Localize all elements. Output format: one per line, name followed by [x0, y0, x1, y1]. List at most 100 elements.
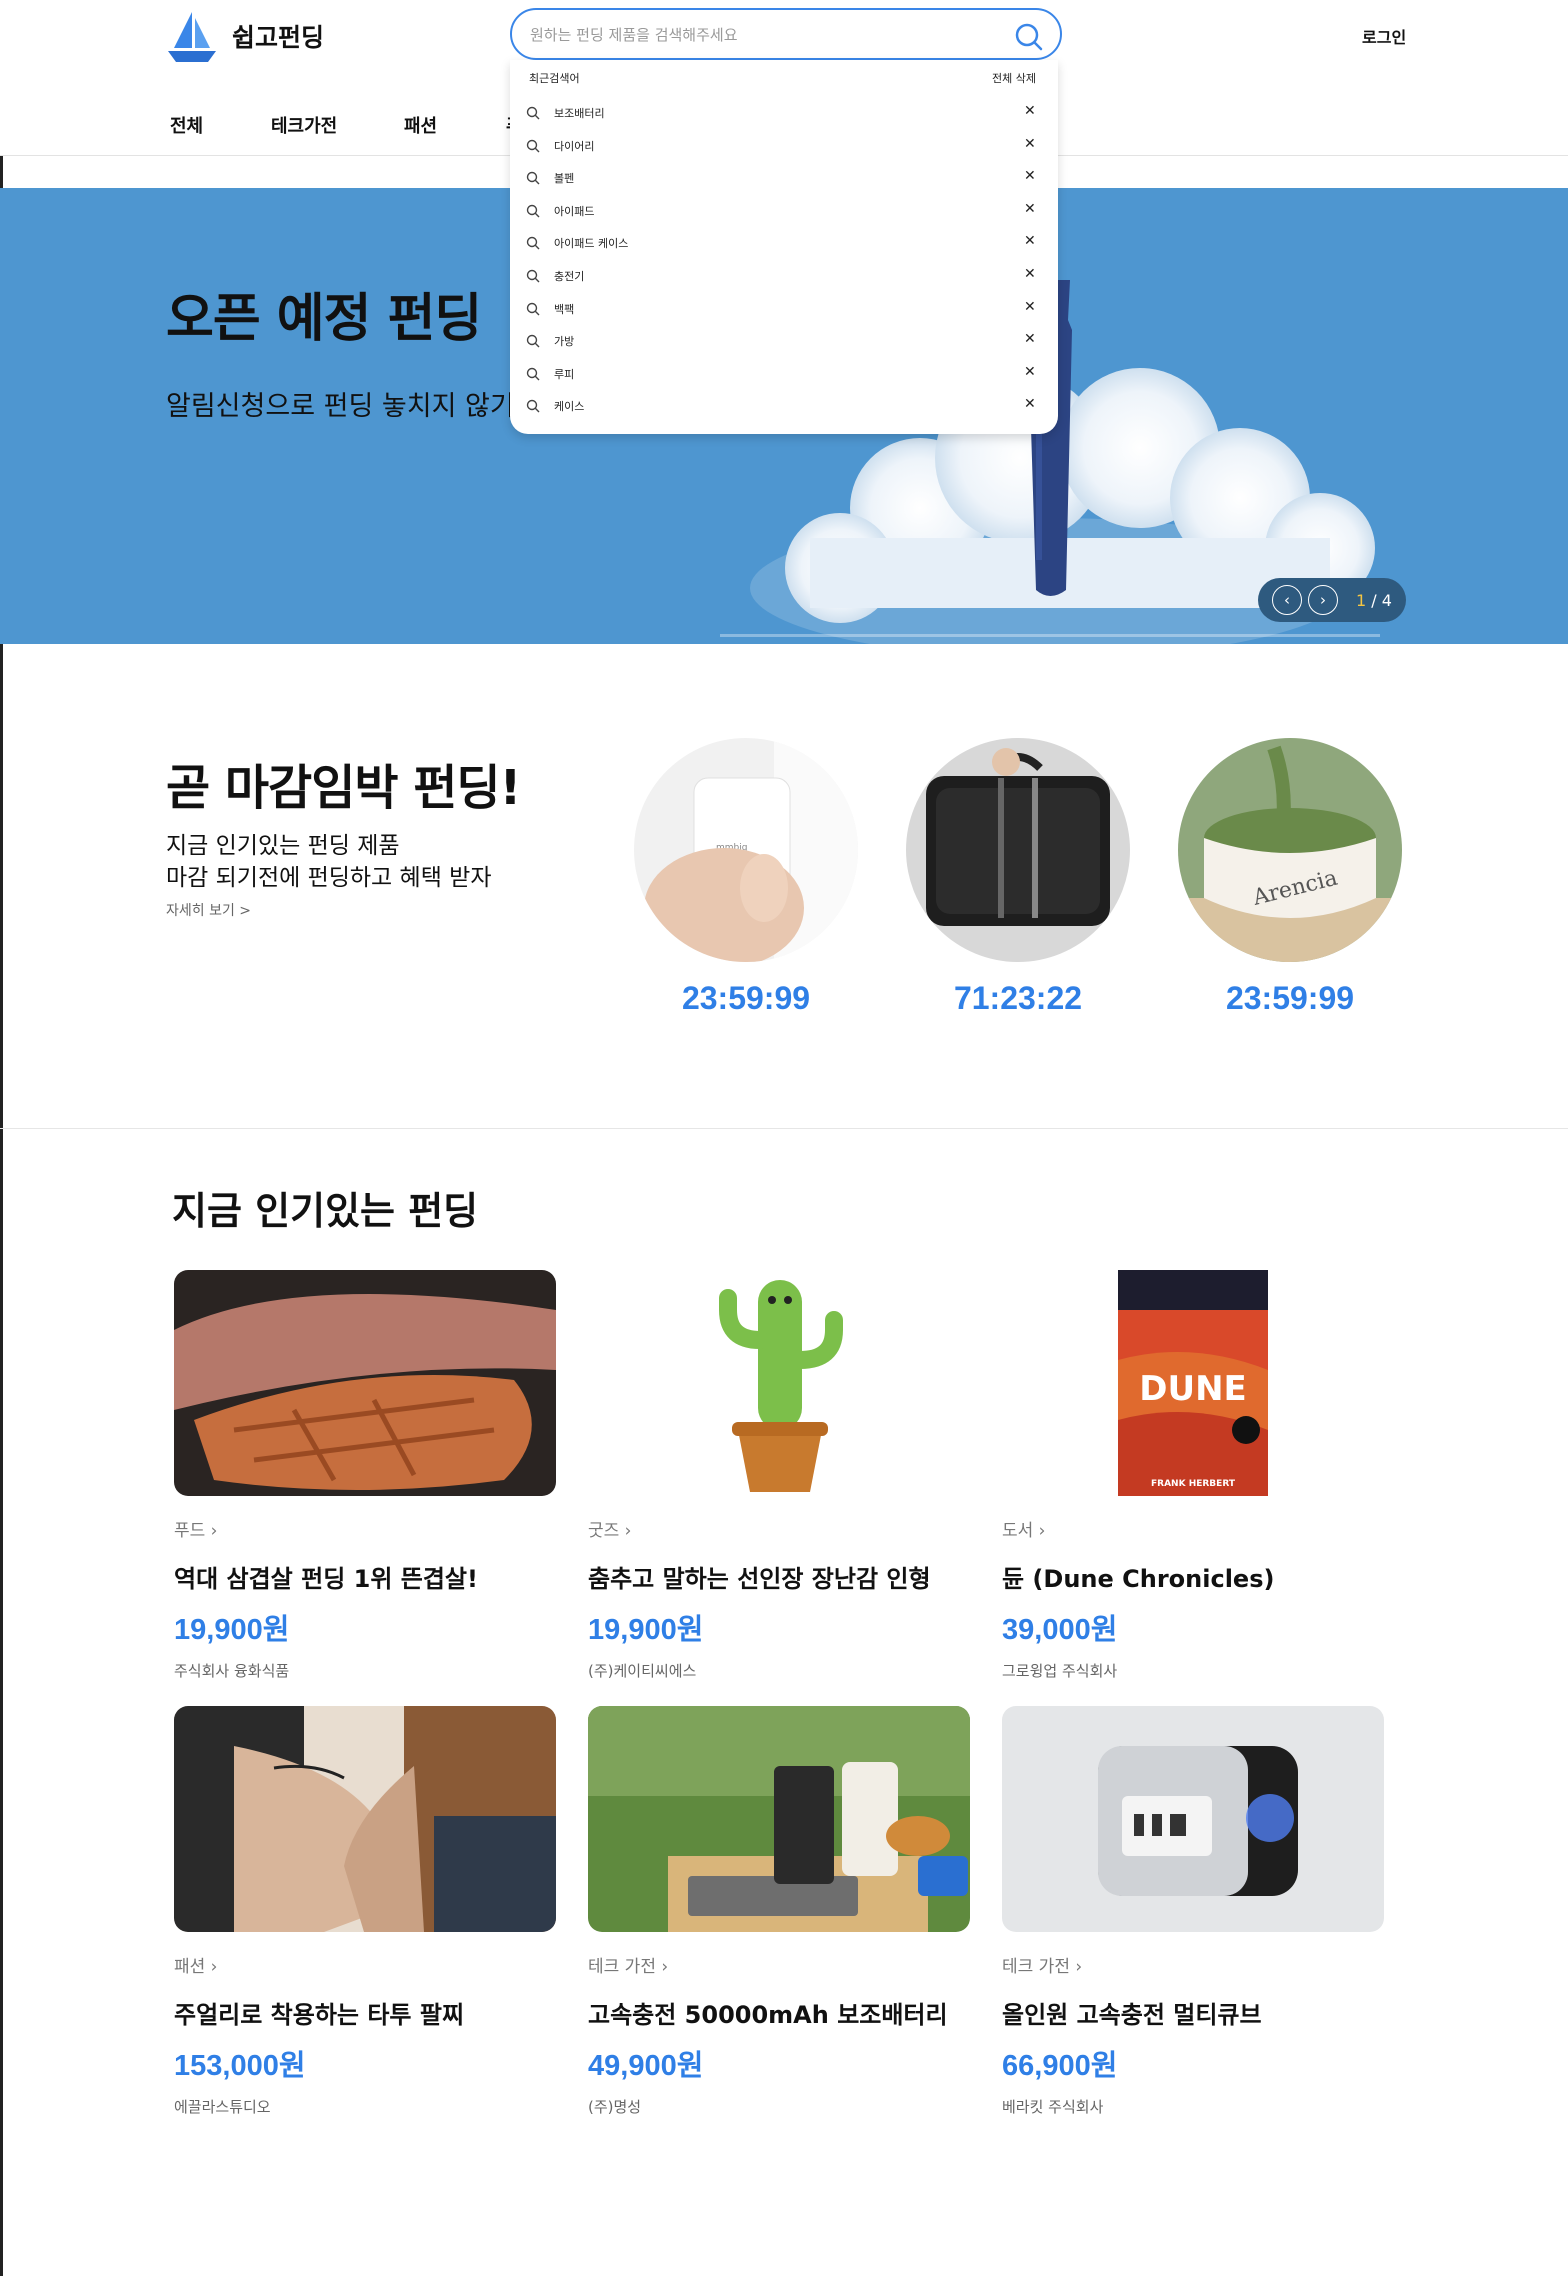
remove-search-icon[interactable]: ✕: [1024, 331, 1036, 347]
recent-search-item[interactable]: 아이패드 케이스 ✕: [510, 228, 1058, 260]
remove-search-icon[interactable]: ✕: [1024, 103, 1036, 119]
recent-search-item[interactable]: 보조배터리 ✕: [510, 98, 1058, 130]
product-seller: 에끌라스튜디오: [174, 2098, 271, 2116]
product-category[interactable]: 푸드 ›: [174, 1516, 556, 1541]
nav-item-fashion[interactable]: 패션: [404, 112, 437, 138]
multicube-charger-image: [1002, 1706, 1384, 1932]
countdown-timer: 23:59:99: [1225, 980, 1355, 1016]
remove-search-icon[interactable]: ✕: [1024, 168, 1036, 184]
deadline-card-cream[interactable]: Arencia 23:59:99: [1178, 738, 1402, 1017]
next-slide-button[interactable]: ›: [1308, 585, 1338, 615]
product-card[interactable]: DUNE FRANK HERBERT 도서 › 듄 (Dune Chronicl…: [1002, 1270, 1384, 1681]
dune-book-image: DUNE FRANK HERBERT: [1002, 1270, 1384, 1496]
prev-slide-button[interactable]: ‹: [1272, 585, 1302, 615]
deadline-card-backpack[interactable]: 71:23:22: [906, 738, 1130, 1017]
arencia-cream-image: Arencia: [1178, 738, 1402, 962]
recent-search-term: 아이패드: [554, 204, 595, 218]
product-card[interactable]: 푸드 › 역대 삼겹살 펀딩 1위 뜬겹살! 19,900원 주식회사 융화식품: [174, 1270, 556, 1681]
product-price: 49,900원: [588, 2050, 704, 2082]
slide-current: 1: [1356, 590, 1367, 610]
search-icon: [526, 400, 540, 413]
product-name: 주얼리로 착용하는 타투 팔찌: [174, 2001, 465, 2029]
chevron-left-icon: ‹: [1284, 591, 1290, 609]
search-icon[interactable]: [1014, 22, 1044, 52]
search-icon: [526, 334, 540, 348]
recent-search-term: 아이패드 케이스: [554, 237, 629, 251]
deadline-subtitle-1: 지금 인기있는 펀딩 제품: [166, 833, 400, 859]
recent-search-dropdown: 최근검색어 전체 삭제 보조배터리 ✕ 다이어리 ✕ 볼펜 ✕ 아이패드 ✕ 아이패드 케이스 ✕…: [510, 60, 1058, 434]
recent-search-term: 볼펜: [554, 172, 575, 186]
product-seller: 그로윙업 주식회사: [1002, 1662, 1118, 1680]
pork-belly-image: [174, 1270, 556, 1496]
product-card[interactable]: 굿즈 › 춤추고 말하는 선인장 장난감 인형 19,900원 (주)케이티씨에…: [588, 1270, 970, 1681]
charger-image: mmbig: [634, 738, 858, 962]
countdown-timer: 23:59:99: [681, 980, 811, 1016]
product-card[interactable]: 패션 › 주얼리로 착용하는 타투 팔찌 153,000원 에끌라스튜디오: [174, 1706, 556, 2117]
recent-search-term: 보조배터리: [554, 107, 605, 120]
slide-total: / 4: [1371, 590, 1392, 610]
search-icon: [526, 204, 540, 218]
product-seller: (주)케이티씨에스: [588, 1662, 697, 1680]
product-price: 66,900원: [1002, 2050, 1118, 2082]
deadline-title: 곧 마감임박 펀딩!: [166, 760, 521, 816]
search-icon: [526, 269, 540, 283]
recent-search-item[interactable]: 백팩 ✕: [510, 294, 1058, 326]
search-icon: [526, 302, 540, 316]
slide-counter: 1 / 4: [1356, 591, 1392, 610]
product-seller: 주식회사 융화식품: [174, 1662, 290, 1680]
recent-search-item[interactable]: 가방 ✕: [510, 326, 1058, 358]
tattoo-bracelet-image: [174, 1706, 556, 1932]
recent-search-item[interactable]: 아이패드 ✕: [510, 196, 1058, 228]
remove-search-icon[interactable]: ✕: [1024, 136, 1036, 152]
power-bank-image: [588, 1706, 970, 1932]
search-box[interactable]: [510, 8, 1062, 60]
remove-search-icon[interactable]: ✕: [1024, 266, 1036, 282]
product-category[interactable]: 테크 가전 ›: [588, 1952, 970, 1977]
nav-item-all[interactable]: 전체: [170, 112, 203, 138]
clear-all-button[interactable]: 전체 삭제: [992, 70, 1036, 86]
remove-search-icon[interactable]: ✕: [1024, 233, 1036, 249]
deadline-card-charger[interactable]: mmbig 23:59:99: [634, 738, 858, 1017]
remove-search-icon[interactable]: ✕: [1024, 396, 1036, 412]
recent-search-item[interactable]: 케이스 ✕: [510, 391, 1058, 423]
dune-cover-title: DUNE: [1139, 1369, 1247, 1409]
recent-search-item[interactable]: 충전기 ✕: [510, 261, 1058, 293]
product-card[interactable]: 테크 가전 › 고속충전 50000mAh 보조배터리 49,900원 (주)명…: [588, 1706, 970, 2117]
nav-item-tech[interactable]: 테크가전: [271, 112, 337, 138]
product-card[interactable]: 테크 가전 › 올인원 고속충전 멀티큐브 66,900원 베라킷 주식회사: [1002, 1706, 1384, 2117]
product-price: 153,000원: [174, 2050, 306, 2082]
see-more-link[interactable]: 자세히 보기 >: [166, 900, 251, 920]
remove-search-icon[interactable]: ✕: [1024, 364, 1036, 380]
recent-search-item[interactable]: 볼펜 ✕: [510, 163, 1058, 195]
search-icon: [526, 139, 540, 153]
remove-search-icon[interactable]: ✕: [1024, 299, 1036, 315]
recent-search-item[interactable]: 다이어리 ✕: [510, 131, 1058, 163]
section-divider: [0, 1128, 1568, 1129]
logo[interactable]: 쉽고펀딩: [166, 10, 324, 62]
hero-subtitle: 알림신청으로 펀딩 놓치지 않기: [166, 391, 515, 422]
recent-search-term: 충전기: [554, 270, 585, 283]
product-price: 19,900원: [174, 1614, 290, 1646]
hero-progress-line: [720, 634, 1380, 637]
product-name: 올인원 고속충전 멀티큐브: [1002, 2001, 1262, 2029]
login-link[interactable]: 로그인: [1362, 24, 1406, 48]
search-input[interactable]: [530, 20, 1000, 50]
product-category[interactable]: 굿즈 ›: [588, 1516, 970, 1541]
product-seller: (주)명성: [588, 2098, 642, 2116]
product-category[interactable]: 패션 ›: [174, 1952, 556, 1977]
product-category[interactable]: 도서 ›: [1002, 1516, 1384, 1541]
countdown-timer: 71:23:22: [953, 980, 1083, 1016]
remove-search-icon[interactable]: ✕: [1024, 201, 1036, 217]
brand-name: 쉽고펀딩: [232, 23, 325, 52]
recent-search-item[interactable]: 루피 ✕: [510, 359, 1058, 391]
backpack-image: [906, 738, 1130, 962]
slide-controls: ‹ › 1 / 4: [1258, 578, 1406, 622]
product-category[interactable]: 테크 가전 ›: [1002, 1952, 1384, 1977]
recent-search-term: 케이스: [554, 400, 585, 414]
search-icon: [526, 106, 540, 120]
dune-cover-author: FRANK HERBERT: [1151, 1479, 1236, 1489]
product-name: 역대 삼겹살 펀딩 1위 뜬겹살!: [174, 1565, 478, 1593]
popular-title: 지금 인기있는 펀딩: [172, 1189, 479, 1233]
search-icon: [526, 367, 540, 381]
chevron-right-icon: ›: [1320, 591, 1326, 609]
